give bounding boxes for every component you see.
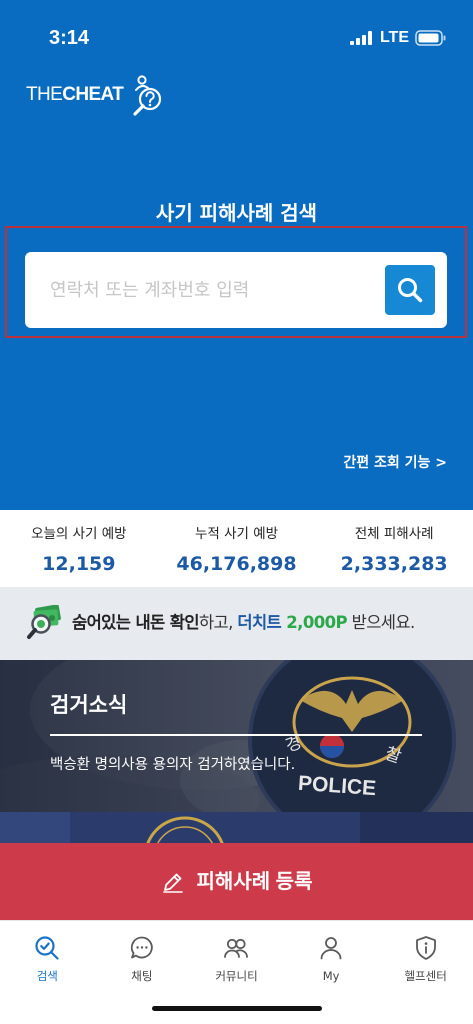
logo-text-the: THE [26,84,63,105]
banner-lead: 숨어있는 내돈 확인 [72,613,200,632]
seal-image [0,812,473,843]
pencil-icon [162,873,183,893]
help-shield-icon [415,936,436,960]
network-label: LTE [379,29,409,46]
chat-bubble-icon [130,936,153,959]
logo-text: THECHEAT [26,84,124,106]
next-news-card-peek[interactable] [0,812,473,843]
tab-label: 채팅 [131,969,153,983]
tab-search[interactable]: 검색 [0,921,95,1000]
person-icon [320,937,342,960]
battery-icon [415,30,446,46]
logo-text-cheat: CHEAT [62,84,124,105]
tab-community[interactable]: 커뮤니티 [189,921,284,1000]
quick-lookup-link[interactable]: 간편 조회 기능 > [343,453,447,473]
status-indicators: LTE [349,28,447,48]
tab-help-center[interactable]: 헬프센터 [378,921,473,1000]
stat-value: 46,176,898 [176,553,297,575]
people-icon [224,938,249,958]
home-indicator[interactable] [152,1006,322,1011]
arrest-news-title: 검거소식 [50,693,128,717]
stat-label: 누적 사기 예방 [194,526,279,542]
banner-brand: 더치트 [237,613,282,632]
bottom-tab-bar: 검색 채팅 커뮤니티 My 헬프센터 [0,920,473,1000]
banner-connector: 하고, [198,613,238,632]
hero-section: 3:14 LTE THECHEAT 사기 피해사례 검색 연락처 또는 계좌번호… [0,0,473,510]
tab-label: 헬프센터 [404,969,447,983]
banner-points: 2,000P [281,613,347,632]
stat-value: 12,159 [42,553,116,575]
tab-label: 검색 [36,969,58,983]
police-badge: 경 찰 POLICE [248,660,456,812]
banner-text: 숨어있는 내돈 확인하고, 더치트 2,000P 받으세요. [72,610,415,636]
signal-bars-icon [349,31,372,45]
arrest-news-card[interactable]: 경 찰 POLICE [0,660,473,812]
tab-label: My [322,969,340,983]
status-time: 3:14 [49,27,90,49]
police-badge-image: 경 찰 POLICE [0,660,473,812]
register-case-label: 피해사례 등록 [196,870,313,893]
points-banner[interactable]: 숨어있는 내돈 확인하고, 더치트 2,000P 받으세요. [0,587,473,660]
search-box [25,252,447,328]
app-logo[interactable]: THECHEAT [26,74,163,116]
search-icon [398,278,423,303]
search-check-icon [35,936,59,960]
search-input[interactable] [25,252,375,328]
arrest-news-headline: 백승환 명의사용 용의자 검거하였습니다. [50,757,296,773]
stat-cumulative: 누적 사기 예방 46,176,898 [158,510,316,587]
stat-value: 2,333,283 [340,553,448,575]
magnifier-question-icon [133,75,162,116]
stat-today: 오늘의 사기 예방 12,159 [0,510,158,587]
divider [50,734,422,736]
app-screen: 3:14 LTE THECHEAT 사기 피해사례 검색 연락처 또는 계좌번호… [0,0,473,1024]
stat-total-cases: 전체 피해사례 2,333,283 [315,510,473,587]
stat-label: 오늘의 사기 예방 [31,526,127,542]
stats-row: 오늘의 사기 예방 12,159 누적 사기 예방 46,176,898 전체 … [0,510,473,587]
register-case-button[interactable]: 피해사례 등록 [0,843,473,920]
page-title: 사기 피해사례 검색 [155,201,318,225]
tab-my[interactable]: My [284,921,379,1000]
search-button[interactable] [385,265,435,315]
money-search-icon [27,605,61,639]
tab-chat[interactable]: 채팅 [95,921,190,1000]
banner-tail: 받으세요. [346,613,416,632]
stat-label: 전체 피해사례 [354,526,434,542]
tab-label: 커뮤니티 [215,969,258,983]
